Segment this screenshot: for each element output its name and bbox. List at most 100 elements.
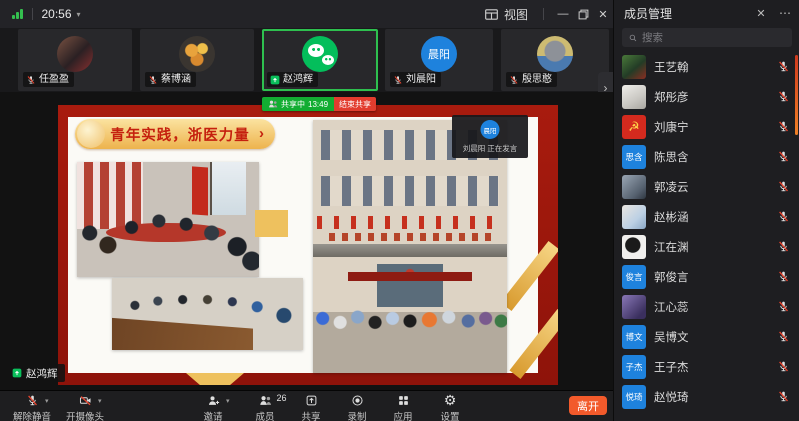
mic-muted-icon <box>777 270 790 283</box>
video-tile[interactable]: 殷思憨 <box>501 29 609 91</box>
network-signal-icon <box>12 9 23 19</box>
panel-header: 成员管理 ✕ ⋯ <box>614 0 799 26</box>
record-button[interactable]: 录制 <box>333 393 381 421</box>
video-tile[interactable]: 蔡博涵 <box>140 29 254 91</box>
close-button[interactable]: ✕ <box>593 0 613 28</box>
panel-title: 成员管理 <box>624 5 672 22</box>
settings-button[interactable]: ⚙ 设置 <box>426 393 474 421</box>
time-caret-icon[interactable]: ▾ <box>77 10 81 19</box>
avatar: 思含 <box>622 145 646 169</box>
screen-share-icon <box>270 75 280 85</box>
avatar <box>537 36 573 72</box>
invite-button[interactable]: ▾ 邀请 <box>189 393 237 421</box>
member-row[interactable]: 郑彤彦 <box>614 82 799 112</box>
avatar: 俊言 <box>622 265 646 289</box>
members-count-badge: 26 <box>276 393 286 403</box>
gold-square-decoration <box>255 210 288 237</box>
title-bar: 20:56 ▾ 视图 — ✕ <box>0 0 613 28</box>
avatar <box>622 235 646 259</box>
stop-sharing-label: 结束共享 <box>339 99 371 110</box>
mic-muted-icon <box>26 394 39 407</box>
participant-name: 赵鸿辉 <box>283 74 313 85</box>
sharer-name-tag: 赵鸿辉 <box>8 364 65 382</box>
banner-arrow-icon: › <box>259 125 264 142</box>
apps-label: 应用 <box>393 409 412 421</box>
caret-down-icon[interactable]: ▾ <box>45 397 49 405</box>
avatar: 悦琦 <box>622 385 646 409</box>
members-label: 成员 <box>255 409 274 421</box>
people-icon <box>259 394 272 407</box>
name-tag: 殷思憨 <box>506 72 557 87</box>
record-label: 录制 <box>347 409 366 421</box>
stop-sharing-button[interactable]: 结束共享 <box>334 97 376 111</box>
share-button[interactable]: 共享 <box>287 393 335 421</box>
member-name: 王艺翰 <box>654 59 689 75</box>
minimize-button[interactable]: — <box>553 0 573 28</box>
participant-name: 殷思憨 <box>522 74 552 85</box>
avatar: 晨阳 <box>421 36 457 72</box>
restore-button[interactable] <box>573 0 593 28</box>
member-list: 王艺翰 郑彤彦 ☭ 刘康宁 思含 陈思含 郭凌云 <box>614 52 799 412</box>
caret-down-icon[interactable]: ▾ <box>98 397 102 405</box>
video-tile-active-sharer[interactable]: 赵鸿辉 <box>262 29 378 91</box>
scrollbar-thumb[interactable] <box>795 55 798 135</box>
member-row[interactable]: 赵彬涵 <box>614 202 799 232</box>
mic-muted-icon <box>26 75 36 85</box>
photo-conference-room <box>112 278 303 350</box>
avatar: 子杰 <box>622 355 646 379</box>
active-speaker-popup: 晨阳 刘晨阳 正在发言 <box>452 115 528 158</box>
name-tag: 蔡博涵 <box>145 72 196 87</box>
shared-screen-stage: 青年实践，浙医力量 › <box>0 92 613 390</box>
member-name: 郑彤彦 <box>654 89 689 105</box>
panel-more-button[interactable]: ⋯ <box>775 0 795 26</box>
mic-muted-icon <box>777 390 790 403</box>
member-search-box[interactable] <box>622 28 792 47</box>
unmute-button[interactable]: ▾ 解除静音 <box>8 393 56 421</box>
participant-name: 刘晨阳 <box>406 74 436 85</box>
search-input[interactable] <box>642 32 772 44</box>
mic-muted-icon <box>777 120 790 133</box>
member-row[interactable]: 思含 陈思含 <box>614 142 799 172</box>
member-row[interactable]: 江心蕊 <box>614 292 799 322</box>
member-row[interactable]: ☭ 刘康宁 <box>614 112 799 142</box>
view-button[interactable]: 视图 <box>478 6 534 23</box>
leave-meeting-button[interactable]: 离开 <box>569 396 607 415</box>
camera-on-button[interactable]: ▾ 开摄像头 <box>61 393 109 421</box>
restore-icon <box>577 8 590 21</box>
video-tile[interactable]: 晨阳 刘晨阳 <box>385 29 493 91</box>
settings-label: 设置 <box>440 409 459 421</box>
slide-title: 青年实践，浙医力量 <box>110 124 250 145</box>
divider <box>32 8 33 20</box>
view-label: 视图 <box>504 6 528 23</box>
panel-close-button[interactable]: ✕ <box>751 0 771 26</box>
apps-button[interactable]: 应用 <box>379 393 427 421</box>
member-row[interactable]: 博文 吴博文 <box>614 322 799 352</box>
invite-label: 邀请 <box>203 409 222 421</box>
speaker-label: 刘晨阳 正在发言 <box>452 143 528 154</box>
member-row[interactable]: 江在渊 <box>614 232 799 262</box>
avatar <box>622 55 646 79</box>
name-tag: 任盈盈 <box>23 72 74 87</box>
banner-ball-decoration <box>77 120 105 148</box>
member-row[interactable]: 王艺翰 <box>614 52 799 82</box>
video-tile[interactable]: 任盈盈 <box>18 29 132 91</box>
unmute-label: 解除静音 <box>13 409 51 421</box>
apps-grid-icon <box>397 394 410 407</box>
member-row[interactable]: 俊言 郭俊言 <box>614 262 799 292</box>
member-row[interactable]: 子杰 王子杰 <box>614 352 799 382</box>
sharing-status-label: 共享中 <box>281 99 305 110</box>
mic-muted-icon <box>777 240 790 253</box>
sharer-name: 赵鸿辉 <box>26 366 58 381</box>
meeting-time[interactable]: 20:56 <box>42 7 72 21</box>
members-button[interactable]: 26 成员 <box>241 393 289 421</box>
member-name: 赵彬涵 <box>654 209 689 225</box>
meeting-app-window: 20:56 ▾ 视图 — ✕ 任盈盈 <box>0 0 799 421</box>
view-grid-icon <box>484 7 499 22</box>
mic-muted-icon <box>777 60 790 73</box>
member-row[interactable]: 悦琦 赵悦琦 <box>614 382 799 412</box>
member-row[interactable]: 郭凌云 <box>614 172 799 202</box>
photo-meeting-room <box>77 162 259 277</box>
mic-muted-icon <box>777 300 790 313</box>
sharing-status: 共享中 13:49 <box>262 97 334 111</box>
caret-down-icon[interactable]: ▾ <box>226 397 230 405</box>
